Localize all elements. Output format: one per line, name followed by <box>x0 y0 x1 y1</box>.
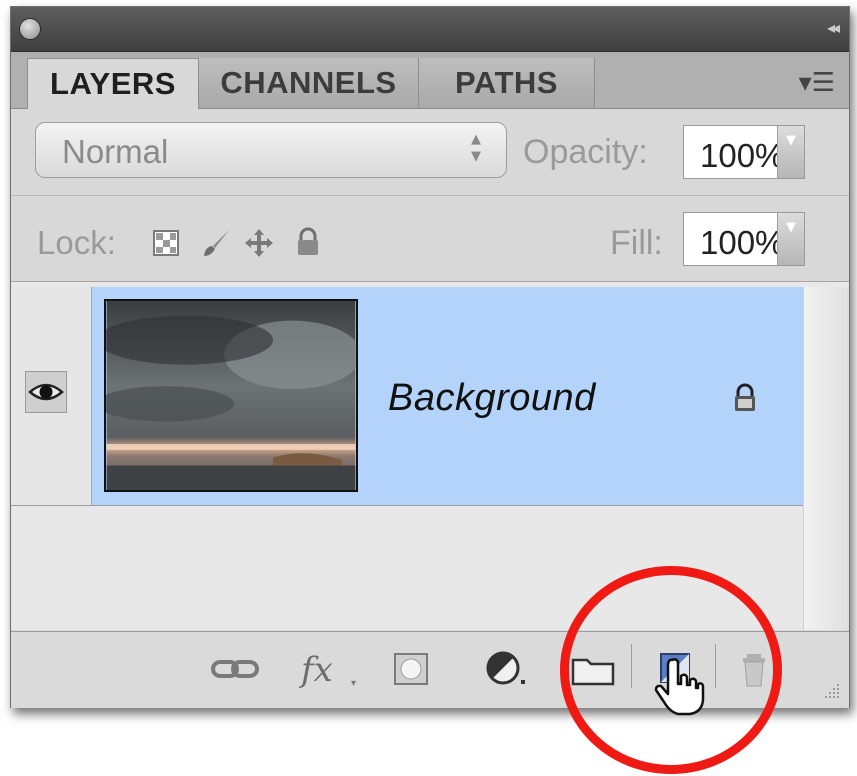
tab-channels[interactable]: CHANNELS <box>199 58 419 108</box>
tab-paths[interactable]: PATHS <box>419 58 595 108</box>
tab-layers[interactable]: LAYERS <box>27 58 199 109</box>
lock-all-icon[interactable] <box>295 227 321 257</box>
fx-dropdown-icon: ▾ <box>351 678 357 689</box>
opacity-dropdown-icon[interactable]: ▼ <box>777 126 804 178</box>
link-layers-icon[interactable] <box>207 646 265 692</box>
layer-lock-icon <box>735 383 755 411</box>
tab-bar: LAYERS CHANNELS PATHS ▾☰ <box>11 52 849 109</box>
opacity-field[interactable]: 100% ▼ <box>683 125 805 179</box>
fill-dropdown-icon[interactable]: ▼ <box>777 213 804 265</box>
add-layer-style-icon[interactable]: fx <box>301 650 333 690</box>
lock-row: Lock: Fill: 100% ▼ <box>11 195 849 282</box>
layer-thumbnail <box>104 299 358 492</box>
blend-row: Normal ▲ ▼ Opacity: 100% ▼ <box>11 109 849 194</box>
fill-label: Fill: <box>610 224 663 262</box>
blend-mode-select[interactable]: Normal ▲ ▼ <box>35 122 507 178</box>
visibility-column <box>11 287 92 505</box>
panel-menu-icon[interactable]: ▾☰ <box>799 68 835 98</box>
new-adjustment-layer-icon[interactable] <box>477 646 535 692</box>
hand-cursor-icon <box>654 658 705 716</box>
fill-field[interactable]: 100% ▼ <box>683 212 805 266</box>
eye-icon[interactable] <box>25 371 67 413</box>
layer-selected-area[interactable]: Background <box>92 287 804 505</box>
add-layer-mask-icon[interactable] <box>383 646 441 692</box>
resize-grip-icon[interactable] <box>819 678 841 700</box>
fill-value: 100% <box>700 224 785 261</box>
opacity-value: 100% <box>700 137 785 174</box>
lock-image-pixels-icon[interactable] <box>201 228 231 258</box>
opacity-label: Opacity: <box>523 133 648 171</box>
scrollbar[interactable] <box>803 287 849 630</box>
close-icon[interactable] <box>19 18 41 40</box>
lock-position-icon[interactable] <box>243 227 275 259</box>
panel-titlebar[interactable]: ◂◂ <box>11 7 849 52</box>
lock-transparent-pixels-icon[interactable] <box>153 230 179 256</box>
stepper-arrows-icon[interactable]: ▲ ▼ <box>462 131 490 169</box>
lock-label: Lock: <box>37 224 116 261</box>
layer-name: Background <box>388 377 596 419</box>
blend-mode-value: Normal <box>62 133 169 170</box>
collapse-arrows-icon[interactable]: ◂◂ <box>827 18 840 37</box>
layer-row[interactable]: Background <box>11 287 849 506</box>
